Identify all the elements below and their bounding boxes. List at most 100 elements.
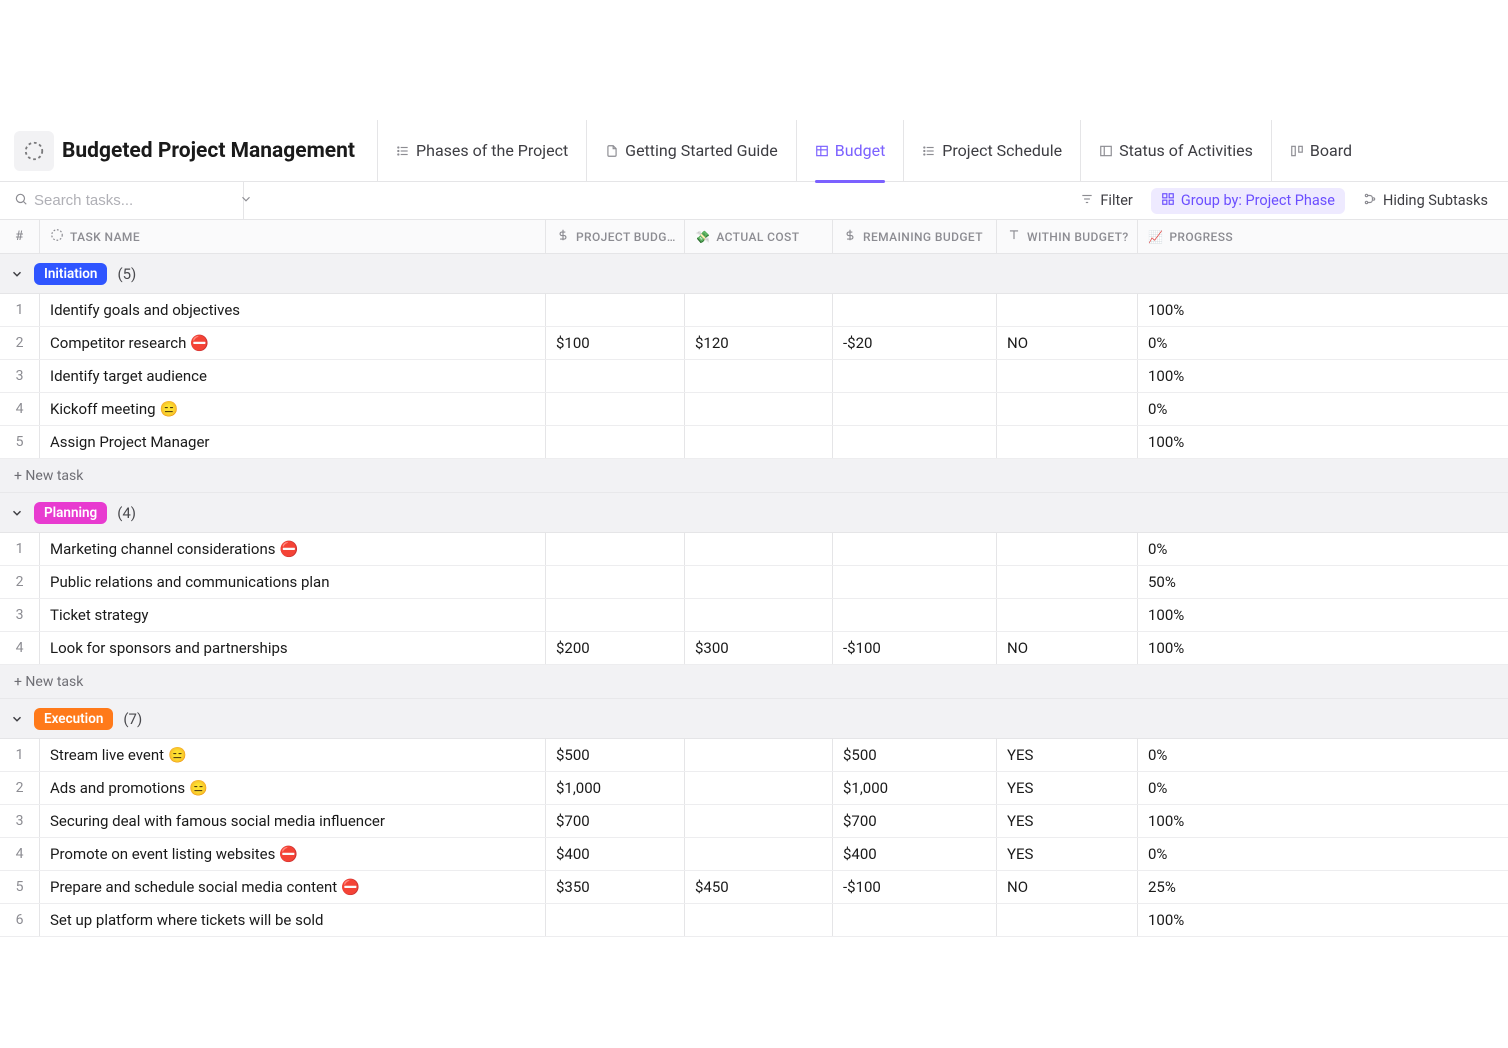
chevron-down-icon[interactable] [10, 712, 24, 726]
progress-cell[interactable]: 50% [1138, 566, 1283, 598]
column-header-actual[interactable]: 💸 ACTUAL COST [685, 220, 833, 253]
remaining-cell[interactable] [833, 393, 997, 425]
budget-cell[interactable]: $700 [546, 805, 685, 837]
table-row[interactable]: 5 Prepare and schedule social media cont… [0, 871, 1508, 904]
table-row[interactable]: 5 Assign Project Manager 100% [0, 426, 1508, 459]
table-row[interactable]: 3 Securing deal with famous social media… [0, 805, 1508, 838]
task-name-cell[interactable]: Identify goals and objectives [40, 294, 546, 326]
remaining-cell[interactable]: $400 [833, 838, 997, 870]
progress-cell[interactable]: 100% [1138, 426, 1283, 458]
group-header-initiation[interactable]: Initiation (5) [0, 254, 1508, 294]
progress-cell[interactable]: 25% [1138, 871, 1283, 903]
task-name-cell[interactable]: Ads and promotions 😑 [40, 772, 546, 804]
task-name-cell[interactable]: Prepare and schedule social media conten… [40, 871, 546, 903]
filter-button[interactable]: Filter [1070, 188, 1142, 214]
actual-cell[interactable] [685, 566, 833, 598]
tab-status-of-activities[interactable]: Status of Activities [1080, 120, 1271, 182]
remaining-cell[interactable] [833, 426, 997, 458]
within-cell[interactable]: NO [997, 327, 1138, 359]
remaining-cell[interactable] [833, 360, 997, 392]
progress-cell[interactable]: 100% [1138, 599, 1283, 631]
actual-cell[interactable]: $120 [685, 327, 833, 359]
actual-cell[interactable] [685, 393, 833, 425]
group-by-button[interactable]: Group by: Project Phase [1151, 188, 1345, 214]
task-name-cell[interactable]: Assign Project Manager [40, 426, 546, 458]
progress-cell[interactable]: 0% [1138, 838, 1283, 870]
tab-phases-of-the-project[interactable]: Phases of the Project [377, 120, 586, 182]
budget-cell[interactable]: $100 [546, 327, 685, 359]
actual-cell[interactable] [685, 360, 833, 392]
table-row[interactable]: 6 Set up platform where tickets will be … [0, 904, 1508, 937]
progress-cell[interactable]: 0% [1138, 739, 1283, 771]
table-row[interactable]: 1 Stream live event 😑 $500 $500 YES 0% [0, 739, 1508, 772]
actual-cell[interactable]: $450 [685, 871, 833, 903]
within-cell[interactable]: NO [997, 871, 1138, 903]
chevron-down-icon[interactable] [10, 506, 24, 520]
remaining-cell[interactable] [833, 599, 997, 631]
new-task-button[interactable]: + New task [0, 665, 1508, 699]
progress-cell[interactable]: 100% [1138, 632, 1283, 664]
task-name-cell[interactable]: Stream live event 😑 [40, 739, 546, 771]
remaining-cell[interactable]: $700 [833, 805, 997, 837]
remaining-cell[interactable]: -$20 [833, 327, 997, 359]
tab-getting-started-guide[interactable]: Getting Started Guide [586, 120, 796, 182]
group-header-planning[interactable]: Planning (4) [0, 493, 1508, 533]
budget-cell[interactable] [546, 904, 685, 936]
task-name-cell[interactable]: Promote on event listing websites ⛔ [40, 838, 546, 870]
budget-cell[interactable]: $500 [546, 739, 685, 771]
task-name-cell[interactable]: Kickoff meeting 😑 [40, 393, 546, 425]
task-name-cell[interactable]: Public relations and communications plan [40, 566, 546, 598]
budget-cell[interactable] [546, 360, 685, 392]
table-row[interactable]: 2 Competitor research ⛔ $100 $120 -$20 N… [0, 327, 1508, 360]
actual-cell[interactable] [685, 426, 833, 458]
actual-cell[interactable] [685, 772, 833, 804]
task-name-cell[interactable]: Competitor research ⛔ [40, 327, 546, 359]
remaining-cell[interactable] [833, 294, 997, 326]
table-row[interactable]: 1 Identify goals and objectives 100% [0, 294, 1508, 327]
actual-cell[interactable] [685, 838, 833, 870]
within-cell[interactable]: YES [997, 805, 1138, 837]
actual-cell[interactable] [685, 533, 833, 565]
budget-cell[interactable]: $200 [546, 632, 685, 664]
column-header-progress[interactable]: 📈 PROGRESS [1138, 220, 1283, 253]
column-header-budget[interactable]: PROJECT BUDG… [546, 220, 685, 253]
column-header-name[interactable]: TASK NAME [40, 220, 546, 253]
progress-cell[interactable]: 100% [1138, 294, 1283, 326]
task-name-cell[interactable]: Look for sponsors and partnerships [40, 632, 546, 664]
task-name-cell[interactable]: Set up platform where tickets will be so… [40, 904, 546, 936]
progress-cell[interactable]: 0% [1138, 772, 1283, 804]
actual-cell[interactable] [685, 904, 833, 936]
task-name-cell[interactable]: Securing deal with famous social media i… [40, 805, 546, 837]
group-header-execution[interactable]: Execution (7) [0, 699, 1508, 739]
within-cell[interactable] [997, 360, 1138, 392]
budget-cell[interactable] [546, 393, 685, 425]
within-cell[interactable] [997, 566, 1138, 598]
new-task-button[interactable]: + New task [0, 459, 1508, 493]
table-row[interactable]: 2 Public relations and communications pl… [0, 566, 1508, 599]
table-row[interactable]: 1 Marketing channel considerations ⛔ 0% [0, 533, 1508, 566]
budget-cell[interactable] [546, 294, 685, 326]
budget-cell[interactable]: $350 [546, 871, 685, 903]
table-row[interactable]: 4 Look for sponsors and partnerships $20… [0, 632, 1508, 665]
column-header-remaining[interactable]: REMAINING BUDGET [833, 220, 997, 253]
within-cell[interactable]: YES [997, 772, 1138, 804]
within-cell[interactable] [997, 393, 1138, 425]
budget-cell[interactable]: $400 [546, 838, 685, 870]
budget-cell[interactable] [546, 426, 685, 458]
budget-cell[interactable] [546, 566, 685, 598]
remaining-cell[interactable]: $1,000 [833, 772, 997, 804]
within-cell[interactable]: YES [997, 838, 1138, 870]
within-cell[interactable]: NO [997, 632, 1138, 664]
task-name-cell[interactable]: Marketing channel considerations ⛔ [40, 533, 546, 565]
actual-cell[interactable] [685, 599, 833, 631]
budget-cell[interactable]: $1,000 [546, 772, 685, 804]
tab-budget[interactable]: Budget [796, 120, 904, 182]
task-name-cell[interactable]: Identify target audience [40, 360, 546, 392]
remaining-cell[interactable] [833, 566, 997, 598]
actual-cell[interactable] [685, 294, 833, 326]
tab-project-schedule[interactable]: Project Schedule [903, 120, 1080, 182]
remaining-cell[interactable] [833, 533, 997, 565]
progress-cell[interactable]: 100% [1138, 904, 1283, 936]
chevron-down-icon[interactable] [10, 267, 24, 281]
table-row[interactable]: 2 Ads and promotions 😑 $1,000 $1,000 YES… [0, 772, 1508, 805]
